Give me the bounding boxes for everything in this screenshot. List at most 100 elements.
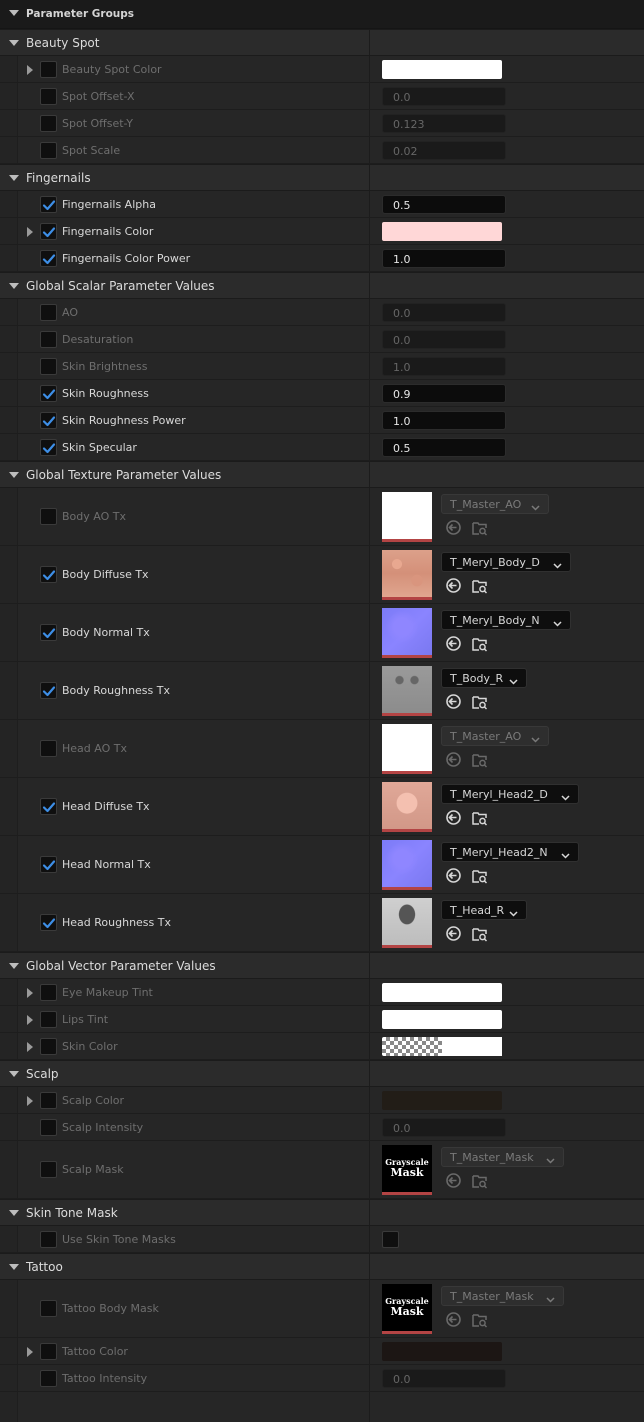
group-header[interactable]: Global Scalar Parameter Values — [0, 272, 644, 299]
scalar-value-field[interactable]: 0.0 — [382, 87, 506, 106]
scalar-value-field[interactable]: 1.0 — [382, 249, 506, 268]
texture-thumbnail[interactable] — [382, 666, 432, 716]
override-checkbox[interactable] — [40, 1231, 57, 1248]
column-divider[interactable] — [369, 245, 370, 271]
use-selected-asset-icon[interactable] — [445, 809, 462, 829]
override-checkbox[interactable] — [40, 331, 57, 348]
column-divider[interactable] — [369, 273, 370, 298]
override-checkbox[interactable] — [40, 1370, 57, 1387]
column-divider[interactable] — [369, 894, 370, 951]
override-checkbox[interactable] — [40, 1092, 57, 1109]
expand-arrow-icon[interactable] — [27, 1042, 33, 1052]
parameter-groups-header[interactable]: Parameter Groups — [0, 0, 644, 29]
override-checkbox[interactable] — [40, 914, 57, 931]
scalar-value-field[interactable]: 0.0 — [382, 1118, 506, 1137]
column-divider[interactable] — [369, 836, 370, 893]
collapse-arrow-icon[interactable] — [9, 40, 19, 46]
expand-arrow-icon[interactable] — [27, 1096, 33, 1106]
asset-picker-combo[interactable]: T_Head_R — [441, 900, 527, 920]
asset-picker-combo[interactable]: T_Meryl_Body_N — [441, 610, 571, 630]
asset-picker-combo[interactable]: T_Master_Mask — [441, 1286, 564, 1306]
column-divider[interactable] — [369, 979, 370, 1005]
texture-thumbnail[interactable] — [382, 782, 432, 832]
scalar-value-field[interactable]: 0.5 — [382, 438, 506, 457]
scalar-value-field[interactable]: 0.5 — [382, 195, 506, 214]
texture-thumbnail[interactable] — [382, 724, 432, 774]
texture-thumbnail[interactable] — [382, 608, 432, 658]
column-divider[interactable] — [369, 1006, 370, 1032]
column-divider[interactable] — [369, 1338, 370, 1364]
color-swatch[interactable] — [382, 983, 502, 1002]
texture-thumbnail[interactable] — [382, 840, 432, 890]
group-header[interactable]: Global Vector Parameter Values — [0, 952, 644, 979]
color-swatch[interactable] — [382, 1342, 502, 1361]
asset-picker-combo[interactable]: T_Meryl_Head2_D — [441, 784, 579, 804]
collapse-arrow-icon[interactable] — [9, 472, 19, 478]
column-divider[interactable] — [369, 218, 370, 244]
override-checkbox[interactable] — [40, 250, 57, 267]
asset-picker-combo[interactable]: T_Master_AO — [441, 494, 549, 514]
color-swatch[interactable] — [382, 60, 502, 79]
collapse-arrow-icon[interactable] — [9, 1210, 19, 1216]
column-divider[interactable] — [369, 1280, 370, 1337]
column-divider[interactable] — [369, 353, 370, 379]
scalar-value-field[interactable]: 0.0 — [382, 330, 506, 349]
use-selected-asset-icon[interactable] — [445, 519, 462, 539]
override-checkbox[interactable] — [40, 1300, 57, 1317]
override-checkbox[interactable] — [40, 223, 57, 240]
override-checkbox[interactable] — [40, 412, 57, 429]
group-header[interactable]: Fingernails — [0, 164, 644, 191]
override-checkbox[interactable] — [40, 358, 57, 375]
override-checkbox[interactable] — [40, 508, 57, 525]
browse-asset-icon[interactable] — [471, 1311, 488, 1331]
column-divider[interactable] — [369, 83, 370, 109]
column-divider[interactable] — [369, 720, 370, 777]
use-selected-asset-icon[interactable] — [445, 693, 462, 713]
texture-thumbnail[interactable]: Grayscale Mask — [382, 1145, 432, 1195]
column-divider[interactable] — [369, 953, 370, 978]
browse-asset-icon[interactable] — [471, 751, 488, 771]
column-divider[interactable] — [369, 110, 370, 136]
override-checkbox[interactable] — [40, 856, 57, 873]
override-checkbox[interactable] — [40, 1343, 57, 1360]
use-selected-asset-icon[interactable] — [445, 635, 462, 655]
collapse-arrow-icon[interactable] — [9, 1071, 19, 1077]
column-divider[interactable] — [369, 546, 370, 603]
asset-picker-combo[interactable]: T_Meryl_Head2_N — [441, 842, 579, 862]
browse-asset-icon[interactable] — [471, 1172, 488, 1192]
use-selected-asset-icon[interactable] — [445, 577, 462, 597]
override-checkbox[interactable] — [40, 624, 57, 641]
column-divider[interactable] — [369, 1226, 370, 1252]
column-divider[interactable] — [369, 1254, 370, 1279]
bool-value-checkbox[interactable] — [382, 1231, 399, 1248]
collapse-arrow-icon[interactable] — [9, 963, 19, 969]
use-selected-asset-icon[interactable] — [445, 1172, 462, 1192]
expand-arrow-icon[interactable] — [27, 227, 33, 237]
override-checkbox[interactable] — [40, 1119, 57, 1136]
column-divider[interactable] — [369, 462, 370, 487]
override-checkbox[interactable] — [40, 984, 57, 1001]
color-swatch[interactable] — [382, 222, 502, 241]
column-divider[interactable] — [369, 1200, 370, 1225]
scalar-value-field[interactable]: 0.9 — [382, 384, 506, 403]
column-divider[interactable] — [369, 137, 370, 163]
use-selected-asset-icon[interactable] — [445, 1311, 462, 1331]
override-checkbox[interactable] — [40, 439, 57, 456]
asset-picker-combo[interactable]: T_Body_R — [441, 668, 527, 688]
override-checkbox[interactable] — [40, 1161, 57, 1178]
scalar-value-field[interactable]: 0.0 — [382, 1369, 506, 1388]
column-divider[interactable] — [369, 778, 370, 835]
color-swatch[interactable] — [382, 1037, 502, 1056]
group-header[interactable]: Tattoo — [0, 1253, 644, 1280]
override-checkbox[interactable] — [40, 115, 57, 132]
column-divider[interactable] — [369, 299, 370, 325]
column-divider[interactable] — [369, 1114, 370, 1140]
override-checkbox[interactable] — [40, 1011, 57, 1028]
column-divider[interactable] — [369, 1061, 370, 1086]
column-divider[interactable] — [369, 326, 370, 352]
asset-picker-combo[interactable]: T_Master_Mask — [441, 1147, 564, 1167]
column-divider[interactable] — [369, 604, 370, 661]
scalar-value-field[interactable]: 1.0 — [382, 411, 506, 430]
scalar-value-field[interactable]: 0.0 — [382, 303, 506, 322]
scalar-value-field[interactable]: 0.02 — [382, 141, 506, 160]
